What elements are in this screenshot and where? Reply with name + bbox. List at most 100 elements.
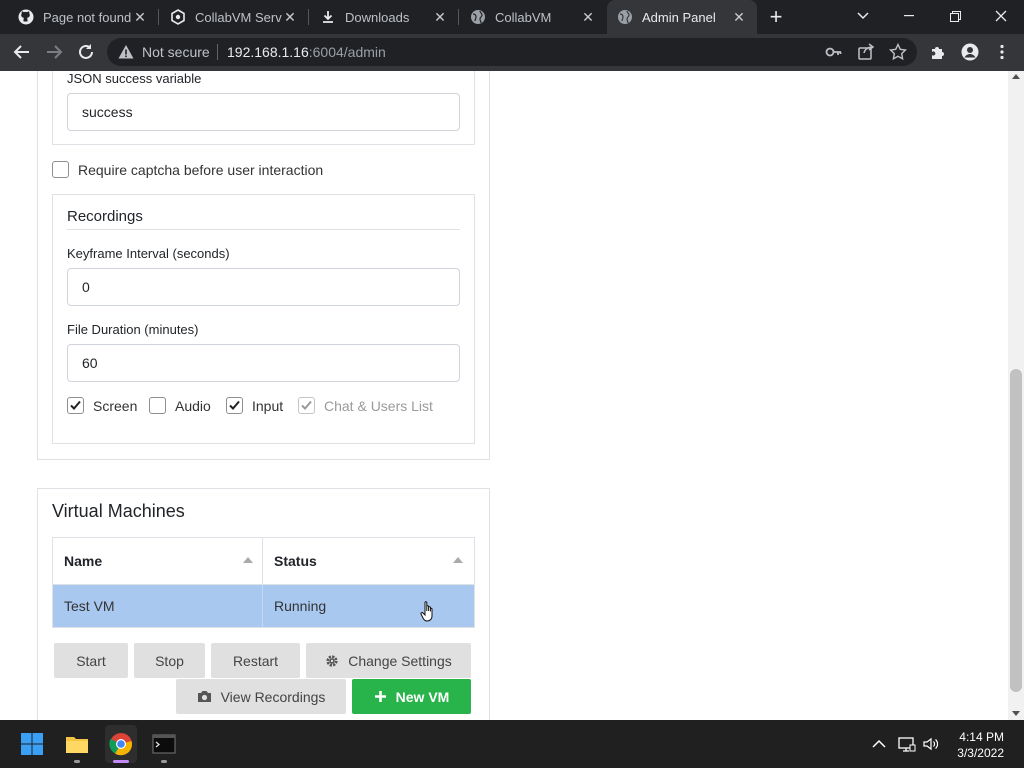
network-icon[interactable] bbox=[898, 735, 916, 753]
captcha-checkbox[interactable] bbox=[52, 161, 69, 178]
input-checkbox[interactable] bbox=[226, 397, 243, 414]
url-text[interactable]: 192.168.1.16:6004/admin bbox=[227, 44, 386, 60]
github-icon bbox=[18, 9, 34, 25]
tab-admin-panel[interactable]: Admin Panel ✕ bbox=[607, 0, 757, 34]
windows-start-icon[interactable] bbox=[20, 732, 44, 756]
page-scrollbar[interactable] bbox=[1008, 71, 1024, 720]
restore-icon bbox=[949, 10, 961, 22]
tab-collabvm-server[interactable]: CollabVM Server ✕ bbox=[160, 0, 308, 34]
restore-button[interactable] bbox=[932, 0, 978, 30]
stop-button[interactable]: Stop bbox=[134, 643, 205, 678]
view-recordings-button[interactable]: View Recordings bbox=[176, 679, 346, 714]
clock-time: 4:14 PM bbox=[959, 730, 1004, 744]
minimize-button[interactable] bbox=[886, 0, 932, 30]
extensions-icon[interactable] bbox=[929, 43, 947, 61]
menu-kebab-icon[interactable] bbox=[993, 43, 1011, 61]
minimize-icon bbox=[904, 15, 914, 17]
keyframe-label: Keyframe Interval (seconds) bbox=[67, 246, 230, 261]
tab-separator bbox=[308, 9, 309, 25]
running-indicator bbox=[74, 760, 80, 763]
tab-search-button[interactable] bbox=[840, 0, 886, 30]
active-indicator bbox=[113, 760, 129, 763]
download-icon bbox=[323, 11, 333, 23]
json-success-label: JSON success variable bbox=[67, 71, 202, 86]
scroll-down-arrow[interactable] bbox=[1012, 711, 1020, 716]
tab-title: Admin Panel bbox=[642, 9, 716, 25]
warning-icon[interactable] bbox=[118, 44, 134, 60]
key-icon[interactable] bbox=[825, 43, 843, 61]
checkmark-icon bbox=[70, 400, 81, 410]
column-header-status-label: Status bbox=[274, 553, 317, 569]
recordings-divider bbox=[67, 229, 460, 230]
security-label[interactable]: Not secure bbox=[142, 44, 210, 60]
globe-icon bbox=[618, 10, 632, 24]
back-icon[interactable] bbox=[12, 42, 32, 62]
chat-users-label: Chat & Users List bbox=[324, 398, 433, 414]
column-header-name-label: Name bbox=[64, 553, 103, 569]
audio-checkbox[interactable] bbox=[149, 397, 166, 414]
terminal-icon[interactable] bbox=[152, 732, 176, 756]
checkmark-icon bbox=[229, 400, 240, 410]
chat-users-checkbox[interactable] bbox=[298, 397, 315, 414]
scroll-thumb[interactable] bbox=[1010, 369, 1022, 692]
gear-icon bbox=[326, 654, 338, 667]
input-label: Input bbox=[252, 398, 284, 414]
new-tab-button[interactable]: + bbox=[766, 6, 786, 28]
chrome-icon[interactable] bbox=[109, 732, 133, 756]
close-icon[interactable]: ✕ bbox=[580, 9, 596, 25]
forward-icon[interactable] bbox=[44, 42, 64, 62]
audio-label: Audio bbox=[175, 398, 211, 414]
tab-downloads[interactable]: Downloads ✕ bbox=[310, 0, 458, 34]
profile-icon[interactable] bbox=[961, 43, 979, 61]
screen-checkbox[interactable] bbox=[67, 397, 84, 414]
sort-up-icon bbox=[453, 557, 463, 563]
checkmark-icon bbox=[301, 400, 312, 410]
start-button[interactable]: Start bbox=[54, 643, 128, 678]
captcha-label: Require captcha before user interaction bbox=[78, 162, 324, 178]
page-viewport: JSON success variable success Require ca… bbox=[0, 71, 1024, 720]
tab-page-not-found[interactable]: Page not found ✕ bbox=[8, 0, 158, 34]
clock-date: 3/3/2022 bbox=[957, 746, 1004, 760]
close-window-button[interactable] bbox=[978, 0, 1024, 30]
collabvm-icon bbox=[171, 9, 185, 25]
plus-icon bbox=[374, 691, 386, 702]
close-icon[interactable]: ✕ bbox=[432, 9, 448, 25]
volume-icon[interactable] bbox=[922, 735, 940, 753]
bookmark-star-icon[interactable] bbox=[889, 43, 907, 61]
camera-icon bbox=[197, 691, 211, 702]
duration-input[interactable]: 60 bbox=[67, 344, 460, 382]
close-icon[interactable]: ✕ bbox=[132, 9, 148, 25]
close-icon bbox=[995, 10, 1007, 22]
vm-name-cell[interactable]: Test VM bbox=[64, 598, 115, 614]
close-icon[interactable]: ✕ bbox=[282, 9, 298, 25]
row-column-divider bbox=[262, 585, 263, 627]
keyframe-input[interactable]: 0 bbox=[67, 268, 460, 306]
close-icon[interactable]: ✕ bbox=[731, 9, 747, 25]
tab-title: Page not found bbox=[43, 9, 132, 25]
tab-separator bbox=[158, 9, 159, 25]
reload-icon[interactable] bbox=[76, 42, 96, 62]
view-recordings-label: View Recordings bbox=[220, 688, 326, 705]
new-vm-label: New VM bbox=[395, 688, 450, 705]
change-settings-button[interactable]: Change Settings bbox=[306, 643, 471, 678]
tab-strip: Page not found ✕ CollabVM Server ✕ Downl… bbox=[0, 0, 1024, 34]
restart-button[interactable]: Restart bbox=[211, 643, 300, 678]
scroll-up-arrow[interactable] bbox=[1012, 74, 1020, 79]
tab-separator bbox=[458, 9, 459, 25]
taskbar-clock[interactable]: 4:14 PM 3/3/2022 bbox=[957, 729, 1004, 761]
share-icon[interactable] bbox=[857, 43, 875, 61]
url-path: :6004/admin bbox=[308, 44, 386, 60]
address-separator bbox=[217, 44, 218, 60]
tab-title: Downloads bbox=[345, 9, 410, 25]
recordings-title: Recordings bbox=[67, 208, 143, 225]
table-row[interactable] bbox=[53, 585, 474, 627]
url-host: 192.168.1.16 bbox=[227, 44, 309, 60]
tab-collabvm[interactable]: CollabVM ✕ bbox=[460, 0, 606, 34]
chevron-up-icon[interactable] bbox=[870, 735, 888, 753]
tab-title: CollabVM bbox=[495, 9, 552, 25]
file-explorer-icon[interactable] bbox=[65, 732, 89, 756]
new-vm-button[interactable]: New VM bbox=[352, 679, 471, 714]
vm-status-cell[interactable]: Running bbox=[274, 598, 326, 614]
json-success-input[interactable]: success bbox=[67, 93, 460, 131]
virtual-machines-title: Virtual Machines bbox=[52, 501, 185, 521]
